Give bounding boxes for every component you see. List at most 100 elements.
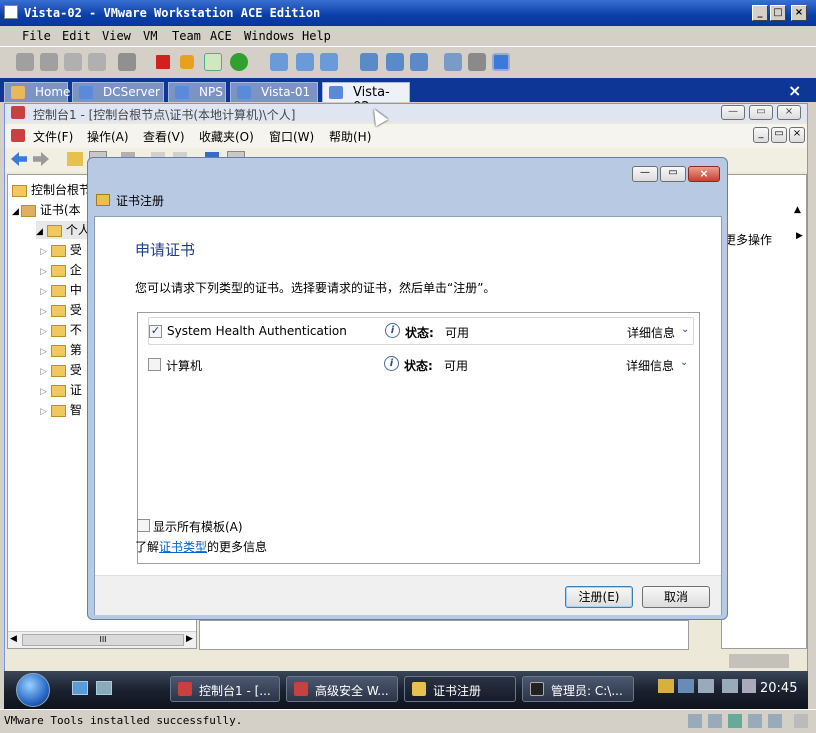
tab-dcserver[interactable]: DCServer <box>72 82 164 102</box>
quick-switch-icon[interactable] <box>386 53 404 71</box>
template-checkbox[interactable]: ✓ <box>149 325 162 338</box>
appliance-view-icon[interactable] <box>468 53 486 71</box>
tree-item[interactable]: ▷ 证 <box>40 381 82 399</box>
device-icon[interactable] <box>688 714 702 728</box>
tree-item[interactable]: ▷ 受 <box>40 301 82 319</box>
submenu-arrow-icon[interactable]: ▶ <box>796 231 803 241</box>
tree-item[interactable]: ▷ 智 <box>40 401 82 419</box>
certificate-types-link[interactable]: 证书类型 <box>159 540 207 554</box>
up-folder-icon[interactable] <box>67 152 83 166</box>
tree-item[interactable]: ◢ 个人 <box>36 221 90 239</box>
show-desktop-icon[interactable] <box>72 681 88 695</box>
menu-windows[interactable]: Windows <box>244 29 295 43</box>
mmc-close-button[interactable]: × <box>777 105 801 120</box>
list-item[interactable]: 计算机 i 状态: 可用 详细信息 ⌄ <box>148 351 694 379</box>
menu-view-cn[interactable]: 查看(V) <box>143 128 185 145</box>
full-screen-icon[interactable] <box>410 53 428 71</box>
expand-icon[interactable]: ▷ <box>40 247 47 257</box>
chevron-down-icon[interactable]: ⌄ <box>680 357 688 368</box>
close-button[interactable]: × <box>791 5 807 21</box>
expand-icon[interactable]: ▷ <box>40 307 47 317</box>
tree-item[interactable]: ▷ 受 <box>40 361 82 379</box>
menu-file-cn[interactable]: 文件(F) <box>33 128 73 145</box>
scroll-left-icon[interactable]: ◀ <box>10 634 17 644</box>
expand-icon[interactable]: ▷ <box>40 387 47 397</box>
minimize-button[interactable]: _ <box>752 5 768 21</box>
back-arrow-icon[interactable] <box>11 152 27 166</box>
expand-icon[interactable]: ▷ <box>40 367 47 377</box>
console-icon[interactable] <box>118 53 136 71</box>
taskbar-item-firewall[interactable]: 高级安全 W... <box>286 676 398 702</box>
menu-file[interactable]: File <box>22 29 51 43</box>
menu-edit[interactable]: Edit <box>62 29 91 43</box>
switch-windows-icon[interactable] <box>96 681 112 695</box>
tray-icon[interactable] <box>658 679 674 693</box>
tab-vista-01[interactable]: Vista-01 <box>230 82 318 102</box>
snapshot-manage-icon[interactable] <box>320 53 338 71</box>
menu-view[interactable]: View <box>102 29 131 43</box>
more-actions-label[interactable]: 更多操作 <box>724 231 772 248</box>
scroll-thumb[interactable]: III <box>22 634 184 646</box>
usb-icon[interactable] <box>748 714 762 728</box>
expand-icon[interactable]: ▷ <box>40 327 47 337</box>
list-item[interactable]: ✓ System Health Authentication i 状态: 可用 … <box>148 317 694 345</box>
cancel-button[interactable]: 取消 <box>642 586 710 608</box>
forward-arrow-icon[interactable] <box>33 152 49 166</box>
maximize-button[interactable]: □ <box>770 5 786 21</box>
menu-vm[interactable]: VM <box>143 29 157 43</box>
tree-item[interactable]: ▷ 中 <box>40 281 82 299</box>
summary-view-icon[interactable] <box>444 53 462 71</box>
show-all-templates-checkbox[interactable] <box>137 519 150 532</box>
collapse-icon[interactable]: ◢ <box>12 207 19 217</box>
show-sidebar-icon[interactable] <box>360 53 378 71</box>
network-icon[interactable] <box>722 679 738 693</box>
mmc-minimize-button[interactable]: — <box>721 105 745 120</box>
menu-ace[interactable]: ACE <box>210 29 232 43</box>
dialog-minimize-button[interactable]: — <box>632 166 658 182</box>
menu-window-cn[interactable]: 窗口(W) <box>269 128 314 145</box>
network-icon[interactable] <box>698 679 714 693</box>
scroll-right-icon[interactable]: ▶ <box>186 634 193 644</box>
taskbar-item-cert-enroll[interactable]: 证书注册 <box>404 676 516 702</box>
taskbar-clock[interactable]: 20:45 <box>760 681 797 696</box>
expand-icon[interactable]: ▷ <box>40 407 47 417</box>
tree-item[interactable]: ▷ 企 <box>40 261 82 279</box>
snapshot-manager-icon[interactable] <box>64 53 82 71</box>
tree-item[interactable]: ▷ 不 <box>40 321 82 339</box>
tree-item[interactable]: 控制台根节 <box>12 181 91 199</box>
doc-restore-button[interactable]: ▭ <box>771 127 787 143</box>
volume-icon[interactable] <box>742 679 756 693</box>
play-icon[interactable] <box>204 53 222 71</box>
menu-help-cn[interactable]: 帮助(H) <box>329 128 371 145</box>
start-button[interactable] <box>16 673 50 707</box>
chevron-down-icon[interactable]: ⌄ <box>681 324 689 335</box>
snapshot-take-icon[interactable] <box>270 53 288 71</box>
tree-horizontal-scrollbar[interactable]: ◀ III ▶ <box>8 631 196 648</box>
close-tab-icon[interactable]: × <box>788 81 801 100</box>
revert-snapshot-icon[interactable] <box>40 53 58 71</box>
tab-home[interactable]: Home <box>4 82 70 102</box>
menu-team[interactable]: Team <box>172 29 201 43</box>
menu-action-cn[interactable]: 操作(A) <box>87 128 129 145</box>
suspend-icon[interactable] <box>180 55 194 69</box>
dialog-maximize-button[interactable]: ▭ <box>660 166 686 182</box>
tab-nps[interactable]: NPS <box>168 82 226 102</box>
details-link[interactable]: 详细信息 <box>626 357 674 374</box>
collapse-icon[interactable]: ◢ <box>36 227 43 237</box>
take-snapshot-icon[interactable] <box>88 53 106 71</box>
enroll-button[interactable]: 注册(E) <box>565 586 633 608</box>
expand-icon[interactable]: ▷ <box>40 287 47 297</box>
taskbar-item-cmd[interactable]: 管理员: C:\... <box>522 676 634 702</box>
console-view-icon[interactable] <box>492 53 510 71</box>
tray-icon[interactable] <box>678 679 694 693</box>
tab-vista-02[interactable]: Vista-02 <box>322 82 410 115</box>
menu-favorites-cn[interactable]: 收藏夹(O) <box>199 128 254 145</box>
doc-close-button[interactable]: × <box>789 127 805 143</box>
expand-icon[interactable]: ▷ <box>40 267 47 277</box>
device-icon[interactable] <box>708 714 722 728</box>
reset-icon[interactable] <box>230 53 248 71</box>
taskbar-item-console[interactable]: 控制台1 - [... <box>170 676 280 702</box>
dialog-close-button[interactable]: × <box>688 166 720 182</box>
expand-icon[interactable]: ▷ <box>40 347 47 357</box>
sound-icon[interactable] <box>768 714 782 728</box>
